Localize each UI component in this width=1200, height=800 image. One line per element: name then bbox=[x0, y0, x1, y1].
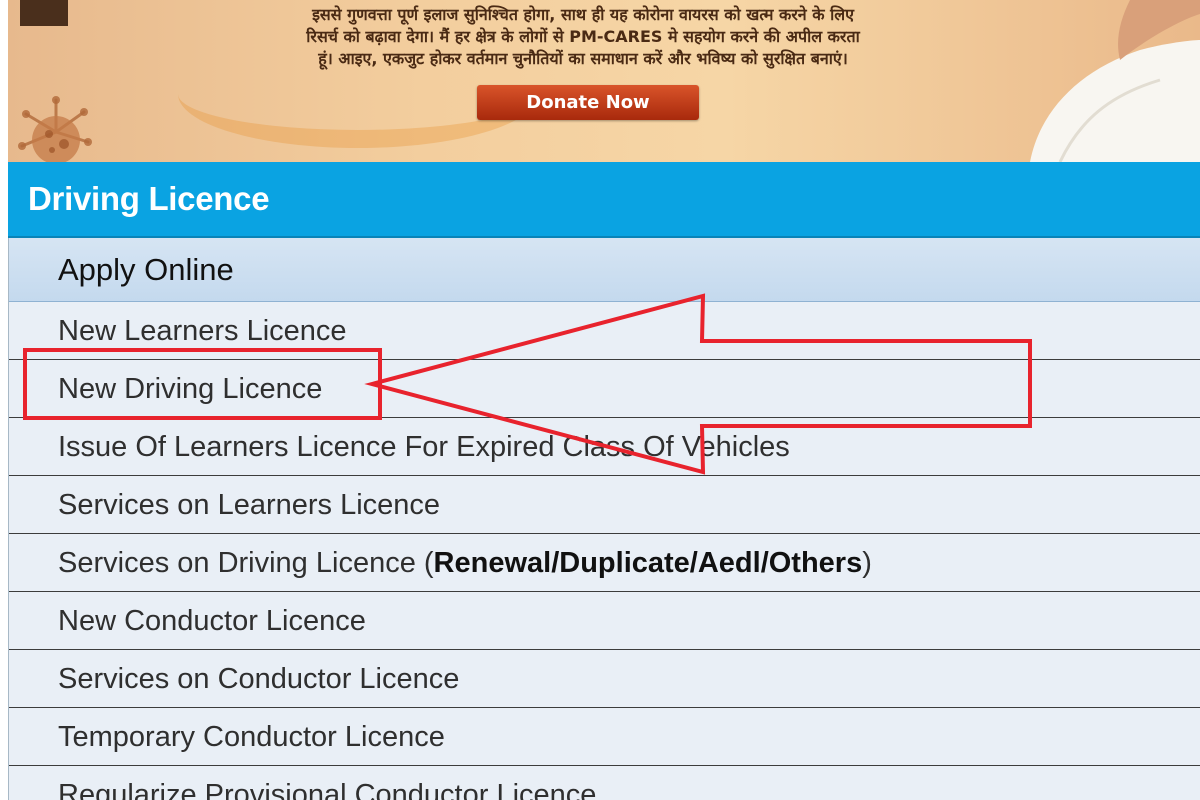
menu-item-temporary-conductor-licence[interactable]: Temporary Conductor Licence bbox=[9, 708, 1200, 766]
driving-licence-menu: Apply Online New Learners Licence New Dr… bbox=[8, 238, 1200, 800]
driving-licence-panel-header: Driving Licence bbox=[8, 162, 1200, 238]
person-photo bbox=[1030, 0, 1200, 162]
menu-item-label: New Driving Licence bbox=[58, 373, 323, 405]
menu-item-new-conductor-licence[interactable]: New Conductor Licence bbox=[9, 592, 1200, 650]
menu-item-issue-learners-licence-expired-class[interactable]: Issue Of Learners Licence For Expired Cl… bbox=[9, 418, 1200, 476]
menu-item-label: Temporary Conductor Licence bbox=[58, 721, 445, 753]
menu-item-services-on-conductor-licence[interactable]: Services on Conductor Licence bbox=[9, 650, 1200, 708]
menu-item-label: Issue Of Learners Licence For Expired Cl… bbox=[58, 431, 790, 463]
banner-message-line: हूं। आइए, एकजुट होकर वर्तमान चुनौतियों क… bbox=[318, 49, 848, 68]
menu-item-services-on-learners-licence[interactable]: Services on Learners Licence bbox=[9, 476, 1200, 534]
menu-item-label-suffix: ) bbox=[862, 547, 872, 579]
menu-item-label: Services on Learners Licence bbox=[58, 489, 441, 521]
banner-image-corner bbox=[20, 0, 68, 26]
menu-item-label-prefix: Services on Driving Licence ( bbox=[58, 547, 434, 579]
menu-item-regularize-provisional-conductor-licence[interactable]: Regularize Provisional Conductor Licence bbox=[9, 766, 1200, 800]
menu-item-label: Services on Driving Licence (Renewal/Dup… bbox=[58, 547, 872, 580]
donate-now-button[interactable]: Donate Now bbox=[477, 85, 699, 120]
menu-item-label: Services on Conductor Licence bbox=[58, 663, 460, 695]
apply-online-header: Apply Online bbox=[9, 238, 1200, 302]
panel-title: Driving Licence bbox=[28, 180, 270, 217]
menu-item-label: Regularize Provisional Conductor Licence bbox=[58, 779, 597, 800]
virus-icon bbox=[18, 96, 92, 162]
menu-item-new-learners-licence[interactable]: New Learners Licence bbox=[9, 302, 1200, 360]
menu-item-services-on-driving-licence[interactable]: Services on Driving Licence (Renewal/Dup… bbox=[9, 534, 1200, 592]
banner-message-line: इससे गुणवत्ता पूर्ण इलाज सुनिश्चित होगा,… bbox=[312, 5, 854, 24]
menu-item-label: New Learners Licence bbox=[58, 315, 347, 347]
banner-message-line: रिसर्च को बढ़ावा देगा। मैं हर क्षेत्र के… bbox=[306, 27, 860, 46]
section-label: Apply Online bbox=[58, 252, 234, 287]
page: इससे गुणवत्ता पूर्ण इलाज सुनिश्चित होगा,… bbox=[0, 0, 1200, 800]
menu-item-new-driving-licence[interactable]: New Driving Licence bbox=[9, 360, 1200, 418]
pm-cares-banner[interactable]: इससे गुणवत्ता पूर्ण इलाज सुनिश्चित होगा,… bbox=[8, 0, 1200, 162]
menu-item-label: New Conductor Licence bbox=[58, 605, 366, 637]
menu-item-label-bold: Renewal/Duplicate/Aedl/Others bbox=[433, 547, 863, 579]
banner-message: इससे गुणवत्ता पूर्ण इलाज सुनिश्चित होगा,… bbox=[158, 4, 1008, 70]
